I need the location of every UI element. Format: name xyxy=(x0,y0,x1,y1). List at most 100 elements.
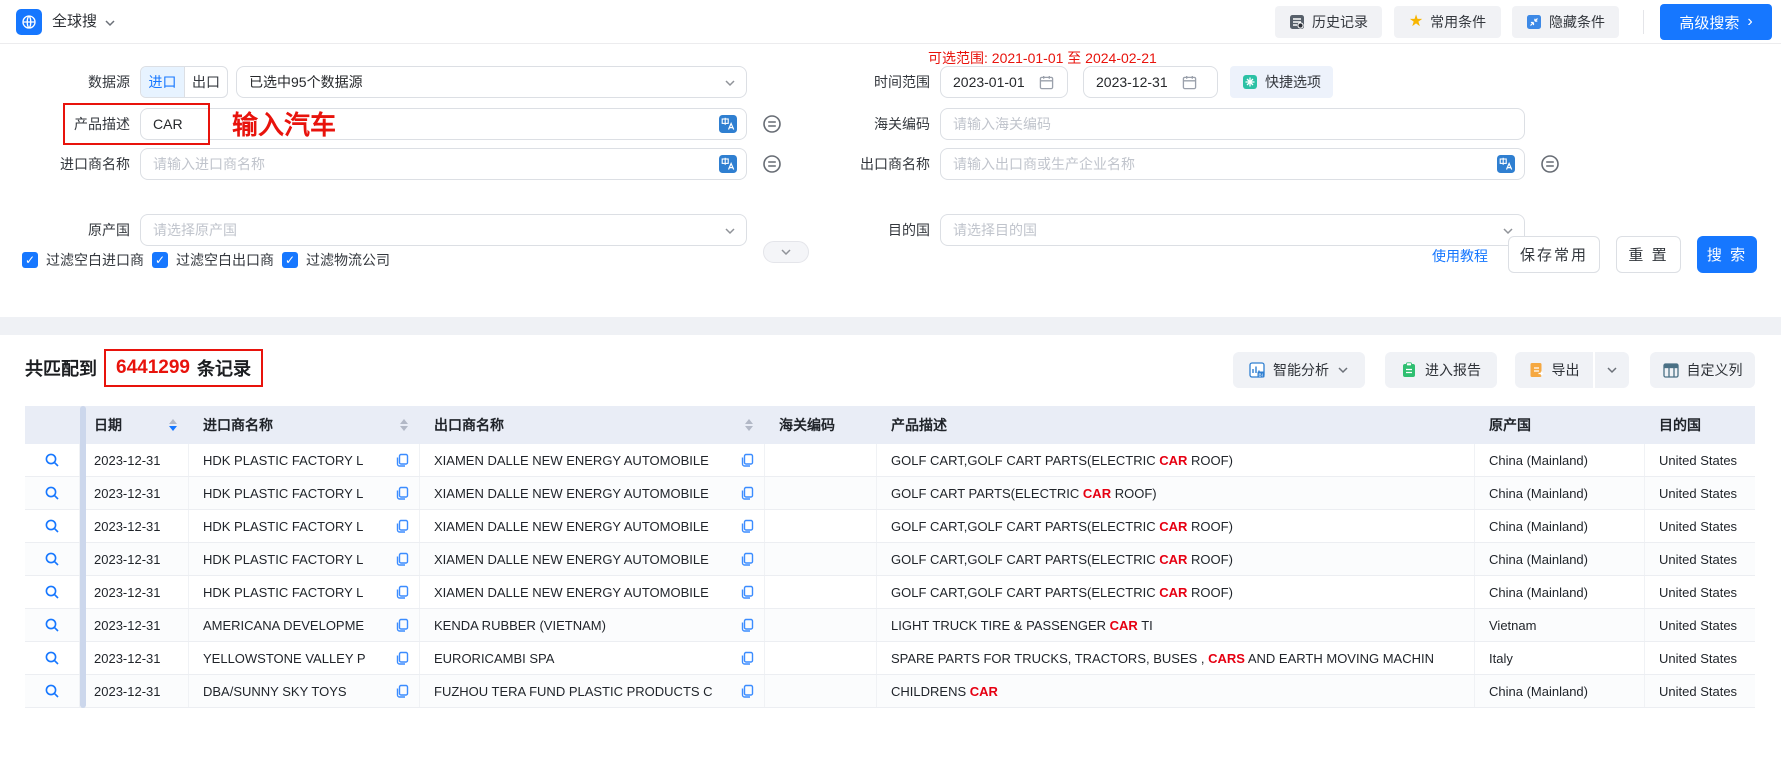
quick-options-button[interactable]: 快捷选项 xyxy=(1230,66,1333,98)
translate-icon[interactable] xyxy=(1497,155,1515,173)
results-section: 共匹配到 6441299 条记录 BI 智能分析 进入报告 导出 xyxy=(0,335,1781,764)
hide-conditions-button[interactable]: 隐藏条件 xyxy=(1512,6,1619,38)
header-exporter[interactable]: 出口商名称 xyxy=(420,406,765,444)
calendar-icon xyxy=(1039,75,1054,90)
view-detail-icon[interactable] xyxy=(44,650,60,666)
history-button[interactable]: 历史记录 xyxy=(1275,6,1382,38)
copy-icon[interactable] xyxy=(740,651,754,665)
product-input[interactable] xyxy=(140,108,747,140)
sort-exporter[interactable] xyxy=(745,419,753,431)
copy-icon[interactable] xyxy=(395,519,409,533)
copy-icon[interactable] xyxy=(740,552,754,566)
hscode-label: 海关编码 xyxy=(820,108,930,140)
exclude-keywords-icon[interactable] xyxy=(762,154,782,174)
exclude-keywords-icon[interactable] xyxy=(1540,154,1560,174)
hscode-input[interactable] xyxy=(940,108,1525,140)
cell-date: 2023-12-31 xyxy=(94,618,161,633)
advanced-search-button[interactable]: 高级搜索 › xyxy=(1660,4,1772,40)
cell-date: 2023-12-31 xyxy=(94,519,161,534)
tab-export[interactable]: 出口 xyxy=(184,67,227,97)
destination-select[interactable]: 请选择目的国 xyxy=(940,214,1525,246)
copy-icon[interactable] xyxy=(740,585,754,599)
copy-icon[interactable] xyxy=(395,618,409,632)
tutorial-link[interactable]: 使用教程 xyxy=(1432,246,1488,266)
copy-icon[interactable] xyxy=(395,486,409,500)
cell-destination: United States xyxy=(1659,552,1737,567)
view-detail-icon[interactable] xyxy=(44,584,60,600)
app-switcher-chevron[interactable] xyxy=(104,17,116,29)
sort-importer[interactable] xyxy=(400,419,408,431)
app-logo[interactable] xyxy=(16,9,42,35)
header-detail-column xyxy=(25,406,80,444)
copy-icon[interactable] xyxy=(740,453,754,467)
view-detail-icon[interactable] xyxy=(44,683,60,699)
copy-icon[interactable] xyxy=(395,651,409,665)
favorites-button[interactable]: ★ 常用条件 xyxy=(1394,6,1501,38)
exporter-input[interactable] xyxy=(940,148,1525,180)
date-to-input[interactable]: 2023-12-31 xyxy=(1083,66,1218,98)
collapse-form-button[interactable] xyxy=(763,241,809,263)
app-title: 全球搜 xyxy=(52,0,97,44)
copy-icon[interactable] xyxy=(740,618,754,632)
copy-icon[interactable] xyxy=(395,453,409,467)
tab-import[interactable]: 进口 xyxy=(141,67,184,97)
cell-date: 2023-12-31 xyxy=(94,453,161,468)
importer-input[interactable] xyxy=(140,148,747,180)
view-detail-icon[interactable] xyxy=(44,485,60,501)
cell-destination: United States xyxy=(1659,486,1737,501)
filter-blank-importer-checkbox[interactable]: ✓ xyxy=(22,252,38,268)
cell-origin: Italy xyxy=(1489,651,1513,666)
copy-icon[interactable] xyxy=(395,585,409,599)
cell-date: 2023-12-31 xyxy=(94,585,161,600)
reset-button[interactable]: 重 置 xyxy=(1616,236,1681,273)
exclude-keywords-icon[interactable] xyxy=(762,114,782,134)
cell-destination: United States xyxy=(1659,684,1737,699)
filter-logistics-checkbox[interactable]: ✓ xyxy=(282,252,298,268)
datasource-label: 数据源 xyxy=(20,66,130,98)
cell-date: 2023-12-31 xyxy=(94,651,161,666)
copy-icon[interactable] xyxy=(740,684,754,698)
view-detail-icon[interactable] xyxy=(44,551,60,567)
history-icon xyxy=(1289,14,1305,30)
date-range-note: 可选范围: 2021-01-01 至 2024-02-21 xyxy=(928,48,1157,68)
date-to-value: 2023-12-31 xyxy=(1096,74,1168,90)
copy-icon[interactable] xyxy=(395,684,409,698)
translate-icon[interactable] xyxy=(719,115,737,133)
cell-importer: HDK PLASTIC FACTORY L xyxy=(203,585,391,600)
custom-columns-button[interactable]: 自定义列 xyxy=(1650,352,1755,388)
header-importer[interactable]: 进口商名称 xyxy=(189,406,420,444)
history-label: 历史记录 xyxy=(1312,12,1368,32)
enter-report-button[interactable]: 进入报告 xyxy=(1385,352,1497,388)
copy-icon[interactable] xyxy=(395,552,409,566)
smart-analysis-button[interactable]: BI 智能分析 xyxy=(1233,352,1365,388)
origin-select[interactable]: 请选择原产国 xyxy=(140,214,747,246)
table-row: 2023-12-31 HDK PLASTIC FACTORY L XIAMEN … xyxy=(25,543,1755,576)
fixed-column-scrollbar[interactable] xyxy=(80,406,86,708)
annotation-box-count: 6441299 条记录 xyxy=(104,349,263,387)
topbar-divider xyxy=(1643,10,1644,34)
cell-exporter: EURORICAMBI SPA xyxy=(434,651,736,666)
date-from-input[interactable]: 2023-01-01 xyxy=(940,66,1068,98)
cell-exporter: FUZHOU TERA FUND PLASTIC PRODUCTS C xyxy=(434,684,736,699)
table-header: 日期 进口商名称 出口商名称 海关编码 产品描述 原产国 目的国 xyxy=(25,406,1755,444)
header-date[interactable]: 日期 xyxy=(80,406,189,444)
view-detail-icon[interactable] xyxy=(44,617,60,633)
export-button[interactable]: 导出 xyxy=(1515,352,1593,388)
table-row: 2023-12-31 AMERICANA DEVELOPME KENDA RUB… xyxy=(25,609,1755,642)
translate-icon[interactable] xyxy=(719,155,737,173)
enter-report-label: 进入报告 xyxy=(1425,360,1481,380)
save-conditions-button[interactable]: 保存常用 xyxy=(1508,236,1600,273)
filter-blank-exporter-checkbox[interactable]: ✓ xyxy=(152,252,168,268)
datasource-select[interactable]: 已选中95个数据源 xyxy=(236,66,747,98)
view-detail-icon[interactable] xyxy=(44,452,60,468)
copy-icon[interactable] xyxy=(740,486,754,500)
arrow-right-icon: › xyxy=(1747,14,1752,30)
copy-icon[interactable] xyxy=(740,519,754,533)
search-button[interactable]: 搜 索 xyxy=(1697,236,1757,273)
export-menu-button[interactable] xyxy=(1595,352,1629,388)
chevron-down-icon xyxy=(104,17,116,29)
view-detail-icon[interactable] xyxy=(44,518,60,534)
sort-date[interactable] xyxy=(169,419,177,431)
header-destination: 目的国 xyxy=(1645,406,1755,444)
count-suffix: 条记录 xyxy=(197,355,251,381)
